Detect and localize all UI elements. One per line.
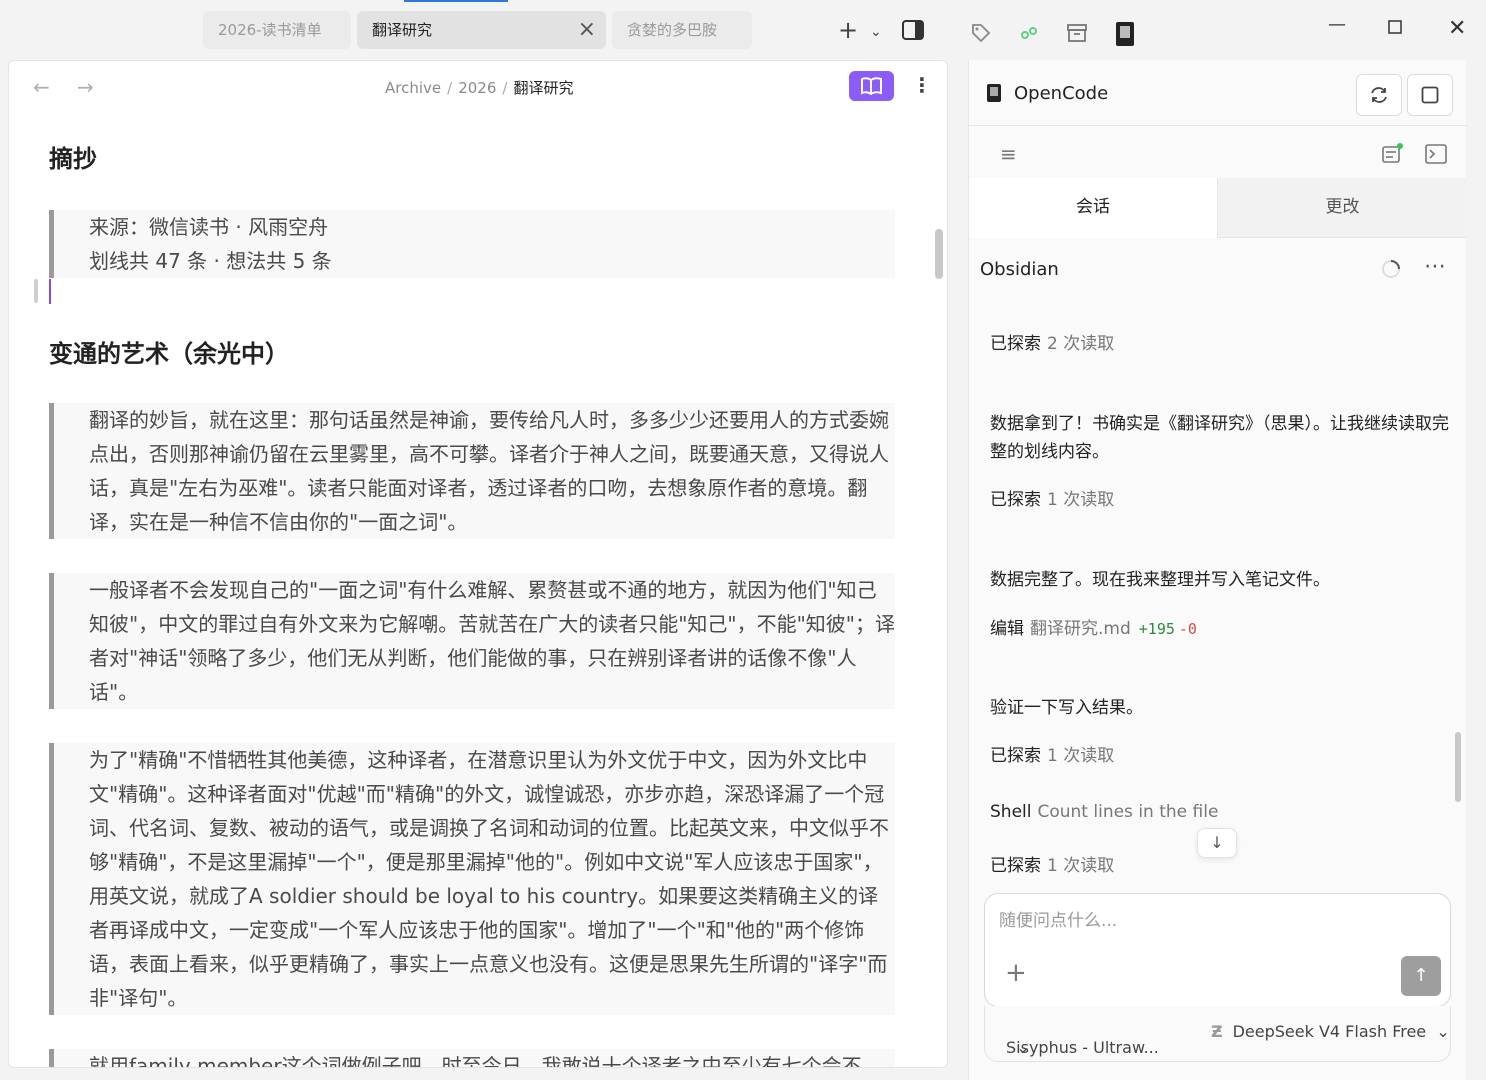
model-name: DeepSeek V4 Flash Free (1232, 1022, 1427, 1041)
tool-shell[interactable]: Shell Count lines in the file (990, 798, 1450, 826)
session-more-icon[interactable]: ⋯ (1424, 254, 1446, 279)
assistant-message: 数据拿到了！书确实是《翻译研究》（思果）。让我继续读取完整的划线内容。 (990, 414, 1449, 462)
tool-label: 已探索 (990, 334, 1041, 354)
vertical-scrollbar[interactable] (935, 229, 943, 279)
tab-label: 翻译研究 (372, 21, 433, 39)
tool-detail: Count lines in the file (1037, 802, 1219, 822)
source-callout: 来源：微信读书 · 风雨空舟 划线共 47 条 · 想法共 5 条 (49, 210, 895, 278)
opencode-panel: OpenCode ≡ 会话 更改 Obsidian ⋯ 已探索 2 次读取 数据拿… (968, 60, 1467, 1080)
scroll-to-bottom-button[interactable]: ↓ (1197, 828, 1237, 858)
lines-removed: -0 (1178, 620, 1197, 638)
server-status-icon[interactable] (1381, 142, 1405, 168)
quote-block: 一般译者不会发现自己的"一面之词"有什么难解、累赘甚或不通的地方，就因为他们"知… (49, 573, 895, 709)
tool-detail: 1 次读取 (1047, 746, 1115, 766)
note-content[interactable]: 摘抄 来源：微信读书 · 风雨空舟 划线共 47 条 · 想法共 5 条 变通的… (49, 139, 895, 1067)
back-arrow-icon[interactable]: ← (33, 75, 50, 99)
reading-view-button[interactable] (849, 71, 894, 101)
lines-added: +195 (1138, 620, 1175, 638)
heading-excerpts: 摘抄 (49, 145, 97, 173)
arrow-up-icon: ↑ (1413, 965, 1429, 986)
panel-title: OpenCode (1014, 83, 1109, 104)
breadcrumb: Archive / 2026 / 翻译研究 (385, 77, 573, 98)
tool-label: Shell (990, 802, 1032, 822)
chevron-down-icon: ⌄ (1006, 1038, 1030, 1057)
quote-block: 翻译的妙旨，就在这里：那句话虽然是神谕，要传给凡人时，多多少少还要用人的方式委婉… (49, 403, 895, 539)
chevron-down-icon[interactable]: ⌄ (870, 22, 882, 42)
quote-block: 就用family member这个词做例子吧，时至今日，我敢说十个译者之中至少有… (49, 1049, 895, 1067)
breadcrumb-year[interactable]: 2026 (458, 79, 496, 97)
archive-icon[interactable] (1066, 22, 1088, 49)
breadcrumb-archive[interactable]: Archive (385, 79, 441, 97)
tab-session[interactable]: 会话 (969, 178, 1218, 238)
divider (969, 125, 1467, 126)
arrow-down-icon: ↓ (1210, 833, 1224, 852)
breadcrumb-separator: / (447, 79, 453, 97)
tool-label: 已探索 (990, 856, 1041, 876)
breadcrumb-separator: / (502, 79, 508, 97)
tab-translation-study[interactable]: 翻译研究 × (357, 11, 606, 49)
heading-section: 变通的艺术（余光中） (49, 340, 289, 368)
breadcrumb-current: 翻译研究 (513, 79, 574, 97)
tool-detail: 2 次读取 (1047, 334, 1115, 354)
tab-bar: 2026-读书清单 翻译研究 × 贪婪的多巴胺 + ⌄ (0, 0, 960, 60)
tool-detail: 1 次读取 (1047, 490, 1115, 510)
book-icon (861, 77, 882, 96)
send-button[interactable]: ↑ (1401, 956, 1441, 996)
tool-explore[interactable]: 已探索 1 次读取 (990, 742, 1450, 770)
forward-arrow-icon[interactable]: → (77, 75, 94, 99)
refresh-icon (1371, 87, 1387, 103)
quote-block: 为了"精确"不惜牺牲其他美德，这种译者，在潜意识里认为外文优于中文，因为外文比中… (49, 743, 895, 1015)
model-provider-icon: Ƶ (1211, 1022, 1223, 1041)
fold-gutter (34, 279, 38, 303)
tab-reading-list[interactable]: 2026-读书清单 (203, 11, 351, 49)
tool-label: 已探索 (990, 490, 1041, 510)
assistant-message: 数据完整了。现在我来整理并写入笔记文件。 (990, 570, 1330, 590)
link-icon[interactable] (1018, 22, 1040, 49)
sidebar-toggle-icon[interactable] (902, 20, 924, 43)
attach-plus-icon[interactable]: + (1005, 958, 1027, 988)
source-line: 来源：微信读书 · 风雨空舟 (89, 215, 329, 239)
tab-changes[interactable]: 更改 (1218, 178, 1467, 238)
tab-label: 2026-读书清单 (218, 21, 322, 39)
close-icon[interactable]: × (578, 11, 596, 49)
tool-explore[interactable]: 已探索 2 次读取 (990, 330, 1450, 358)
tab-dopamine[interactable]: 贪婪的多巴胺 (612, 11, 752, 49)
opencode-icon[interactable] (1116, 22, 1134, 51)
panel-tabs: 会话 更改 (969, 178, 1467, 238)
tab-accent-line (404, 0, 508, 2)
model-select[interactable]: Ƶ DeepSeek V4 Flash Free ⌄ (1211, 1022, 1450, 1041)
tag-icon[interactable] (970, 22, 992, 49)
refresh-button[interactable] (1356, 74, 1402, 116)
maximize-icon[interactable] (1388, 18, 1402, 39)
tool-label: 已探索 (990, 746, 1041, 766)
loading-spinner-icon (1380, 258, 1402, 284)
expand-button[interactable] (1407, 74, 1453, 116)
menu-icon[interactable]: ≡ (1000, 142, 1017, 166)
model-bar: Sisyphus - Ultraw... ⌄ Ƶ DeepSeek V4 Flas… (984, 1006, 1451, 1062)
tool-explore[interactable]: 已探索 1 次读取 (990, 486, 1450, 514)
tool-edit[interactable]: 编辑 翻译研究.md +195 -0 (990, 615, 1450, 643)
session-name: Obsidian (980, 259, 1059, 280)
assistant-message: 验证一下写入结果。 (990, 698, 1143, 718)
tab-label: 贪婪的多巴胺 (627, 21, 718, 39)
tool-detail: 1 次读取 (1047, 856, 1115, 876)
highlight-count-line: 划线共 47 条 · 想法共 5 条 (89, 249, 332, 273)
panel-scrollbar[interactable] (1455, 732, 1461, 802)
editor-pane: ← → Archive / 2026 / 翻译研究 ⋮ 摘抄 来源：微信读书 · 风雨空… (8, 60, 948, 1068)
more-options-icon[interactable]: ⋮ (912, 73, 932, 97)
edited-file: 翻译研究.md (1030, 619, 1131, 639)
chevron-down-icon: ⌄ (1431, 1022, 1450, 1041)
window-close-icon[interactable]: ✕ (1448, 16, 1466, 41)
chat-input-box: + ↑ (984, 893, 1451, 1007)
square-icon (1421, 86, 1439, 104)
terminal-icon[interactable] (1425, 144, 1447, 168)
opencode-logo-icon (987, 84, 1001, 102)
chat-input[interactable] (999, 908, 1429, 934)
minimize-icon[interactable]: — (1328, 14, 1346, 35)
new-tab-plus-icon[interactable]: + (838, 18, 858, 42)
tool-label: 编辑 (990, 619, 1024, 639)
